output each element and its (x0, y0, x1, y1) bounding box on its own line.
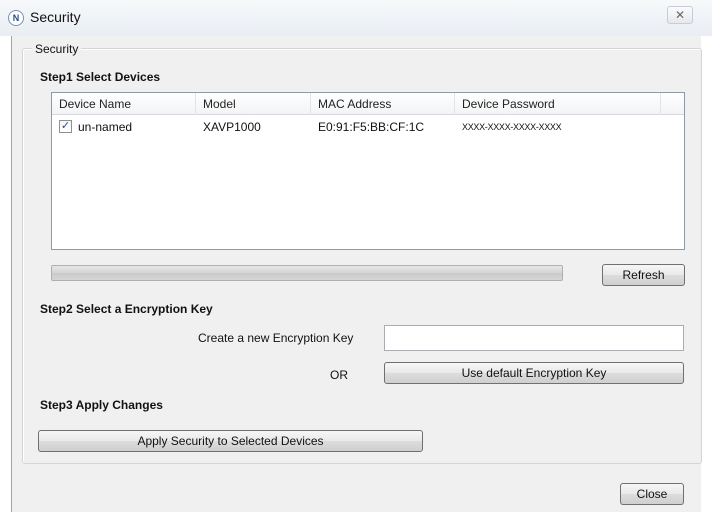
device-name-cell: un-named (78, 120, 133, 134)
step1-heading: Step1 Select Devices (40, 70, 161, 84)
step2-heading: Step2 Select a Encryption Key (40, 302, 213, 316)
device-list[interactable]: Device Name Model MAC Address Device Pas… (51, 92, 685, 250)
column-header-model[interactable]: Model (196, 93, 311, 115)
use-default-key-button[interactable]: Use default Encryption Key (384, 362, 684, 384)
column-header-device-password[interactable]: Device Password (455, 93, 661, 115)
progress-bar (51, 265, 563, 281)
table-row[interactable]: ✓ un-named XAVP1000 E0:91:F5:BB:CF:1C XX… (52, 117, 684, 137)
mac-address-cell: E0:91:F5:BB:CF:1C (318, 120, 425, 134)
device-password-cell: XXXX-XXXX-XXXX-XXXX (462, 122, 562, 132)
title-bar[interactable]: N Security ✕ (0, 0, 712, 36)
close-window-button[interactable]: ✕ (667, 6, 693, 24)
step3-heading: Step3 Apply Changes (40, 398, 163, 412)
model-cell: XAVP1000 (203, 120, 261, 134)
close-icon: ✕ (674, 8, 686, 22)
app-logo-icon: N (8, 10, 24, 26)
device-list-header: Device Name Model MAC Address Device Pas… (52, 93, 684, 115)
checkmark-icon: ✓ (60, 120, 71, 132)
close-button[interactable]: Close (620, 483, 684, 505)
column-header-mac-address[interactable]: MAC Address (311, 93, 455, 115)
column-header-device-name[interactable]: Device Name (52, 93, 196, 115)
security-dialog: N Security ✕ Security Step1 Select Devic… (0, 0, 712, 520)
column-header-filler (661, 93, 684, 115)
or-label: OR (330, 368, 348, 382)
new-key-label: Create a new Encryption Key (198, 331, 354, 345)
window-title: Security (30, 9, 81, 25)
refresh-button[interactable]: Refresh (602, 264, 685, 286)
apply-security-button[interactable]: Apply Security to Selected Devices (38, 430, 423, 452)
groupbox-label: Security (32, 42, 82, 56)
encryption-key-input[interactable] (384, 325, 684, 351)
